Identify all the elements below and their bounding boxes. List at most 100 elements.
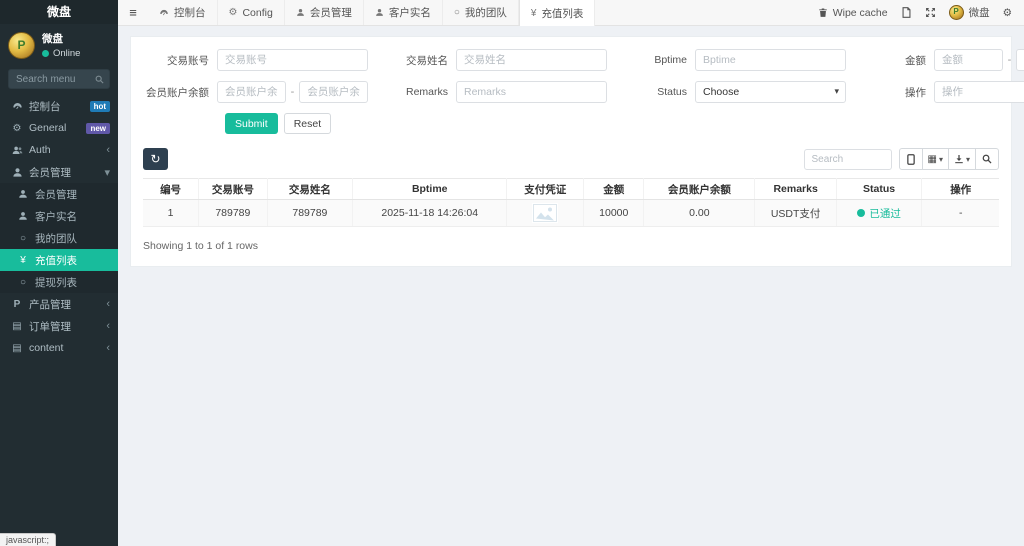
columns-icon: ▦ — [928, 154, 937, 165]
user-icon — [10, 167, 24, 178]
recharge-table: 编号 交易账号 交易姓名 Bptime 支付凭证 金额 会员账户余额 Remar… — [143, 178, 999, 227]
user-menu[interactable]: 微盘 — [949, 5, 990, 20]
cell-id: 1 — [143, 200, 199, 227]
settings-gear-icon[interactable]: ⚙ — [1003, 7, 1012, 19]
amount-max-input[interactable] — [1016, 49, 1024, 71]
trade-name-input[interactable] — [456, 49, 607, 71]
remarks-input[interactable] — [456, 81, 607, 103]
chevron-down-icon: ▾ — [104, 166, 110, 179]
circle-icon: ○ — [16, 277, 30, 288]
file-icon[interactable] — [901, 7, 912, 18]
tab-kyc[interactable]: 客户实名 — [364, 0, 443, 25]
search-button[interactable] — [975, 148, 999, 170]
wipe-cache-button[interactable]: Wipe cache — [818, 7, 888, 19]
remarks-label: Remarks — [382, 86, 456, 98]
users-icon — [10, 145, 24, 156]
sidebar-item-auth[interactable]: Auth ‹ — [0, 139, 118, 161]
status-select[interactable]: Choose — [695, 81, 846, 103]
sidebar-item-withdraw-list[interactable]: ○ 提现列表 — [0, 271, 118, 293]
amount-label: 金额 — [860, 53, 934, 68]
sidebar-item-dashboard[interactable]: 控制台 hot — [0, 95, 118, 117]
recharge-list-card: 交易账号 交易姓名 Bptime 金额 - 会员账户余额 — [130, 36, 1012, 267]
refresh-button[interactable]: ↻ — [143, 148, 168, 170]
table-header-row: 编号 交易账号 交易姓名 Bptime 支付凭证 金额 会员账户余额 Remar… — [143, 179, 999, 200]
cell-amount: 10000 — [584, 200, 644, 227]
table-icon: ▤ — [10, 343, 24, 354]
sidebar-item-kyc[interactable]: 客户实名 — [0, 205, 118, 227]
account-input[interactable] — [217, 49, 368, 71]
sidebar-item-recharge-list[interactable]: ¥ 充值列表 — [0, 249, 118, 271]
chevron-left-icon: ‹ — [106, 298, 110, 310]
fullscreen-icon[interactable] — [925, 7, 936, 18]
brand-title: 微盘 — [0, 0, 118, 24]
col-header-balance: 会员账户余额 — [644, 179, 755, 200]
balance-min-input[interactable] — [217, 81, 286, 103]
sidebar-item-general[interactable]: ⚙ General new — [0, 117, 118, 139]
status-dot-icon — [857, 209, 865, 217]
sidebar: 微盘 微盘 Online 控制台 hot ⚙ General new — [0, 0, 118, 546]
status-badge: 已通过 — [857, 206, 901, 221]
sidebar-item-product-mgmt[interactable]: P 产品管理 ‹ — [0, 293, 118, 315]
sidebar-item-label: content — [29, 342, 106, 354]
tab-label: Config — [242, 7, 272, 19]
tab-config[interactable]: ⚙ Config — [218, 0, 285, 25]
range-separator: - — [1008, 54, 1012, 66]
action-input[interactable] — [934, 81, 1024, 103]
sidebar-item-order-mgmt[interactable]: ▤ 订单管理 ‹ — [0, 315, 118, 337]
wipe-cache-label: Wipe cache — [833, 7, 888, 19]
sidebar-item-member-mgmt[interactable]: 会员管理 ▾ — [0, 161, 118, 183]
bptime-label: Bptime — [621, 54, 695, 66]
main-content: 交易账号 交易姓名 Bptime 金额 - 会员账户余额 — [118, 26, 1024, 546]
submit-button[interactable]: Submit — [225, 113, 278, 134]
filter-form: 交易账号 交易姓名 Bptime 金额 - 会员账户余额 — [143, 49, 999, 103]
gears-icon: ⚙ — [10, 123, 24, 134]
col-header-id: 编号 — [143, 179, 199, 200]
tab-my-team[interactable]: ○ 我的团队 — [443, 0, 519, 25]
tab-label: 我的团队 — [465, 5, 507, 20]
user-name: 微盘 — [42, 31, 80, 46]
cell-balance: 0.00 — [644, 200, 755, 227]
pagination-info: Showing 1 to 1 of 1 rows — [143, 240, 999, 252]
action-label: 操作 — [860, 85, 934, 100]
columns-button[interactable]: ▦▾ — [922, 148, 949, 170]
bptime-input[interactable] — [695, 49, 846, 71]
sidebar-item-member-list[interactable]: 会员管理 — [0, 183, 118, 205]
sidebar-item-label: 订单管理 — [29, 319, 106, 334]
tab-recharge-list[interactable]: ¥ 充值列表 — [519, 0, 596, 26]
table-search-input[interactable] — [804, 149, 892, 170]
user-panel: 微盘 Online — [0, 24, 118, 65]
tab-label: 客户实名 — [389, 5, 431, 20]
status-label: Status — [621, 86, 695, 98]
sidebar-item-label: 控制台 — [29, 99, 90, 114]
balance-max-input[interactable] — [299, 81, 368, 103]
col-header-amount: 金额 — [584, 179, 644, 200]
new-badge: new — [86, 123, 110, 134]
tab-member-mgmt[interactable]: 会员管理 — [285, 0, 364, 25]
sidebar-item-my-team[interactable]: ○ 我的团队 — [0, 227, 118, 249]
online-dot-icon — [42, 50, 49, 57]
amount-min-input[interactable] — [934, 49, 1003, 71]
sidebar-menu: 控制台 hot ⚙ General new Auth ‹ 会员管理 ▾ — [0, 95, 118, 359]
table-view-buttons: ▦▾ ▾ — [900, 148, 999, 170]
reset-button[interactable]: Reset — [284, 113, 331, 134]
hamburger-icon[interactable]: ≡ — [118, 0, 148, 25]
col-header-action: 操作 — [922, 179, 999, 200]
card-view-button[interactable] — [899, 148, 923, 170]
gear-icon: ⚙ — [229, 7, 238, 18]
cell-remarks: USDT支付 — [755, 200, 836, 227]
yen-icon: ¥ — [16, 255, 30, 266]
range-separator: - — [291, 86, 295, 98]
sidebar-item-label: 我的团队 — [35, 231, 110, 246]
user-icon — [375, 8, 384, 17]
export-button[interactable]: ▾ — [948, 148, 976, 170]
chevron-left-icon: ‹ — [106, 320, 110, 332]
avatar — [8, 32, 35, 59]
cell-name: 789789 — [267, 200, 353, 227]
search-icon — [95, 73, 104, 85]
col-header-status: Status — [836, 179, 922, 200]
payment-voucher-image[interactable] — [532, 203, 558, 223]
broken-image-icon — [533, 204, 557, 222]
card-view-icon — [907, 154, 915, 165]
sidebar-item-content[interactable]: ▤ content ‹ — [0, 337, 118, 359]
tab-dashboard[interactable]: 控制台 — [148, 0, 218, 25]
